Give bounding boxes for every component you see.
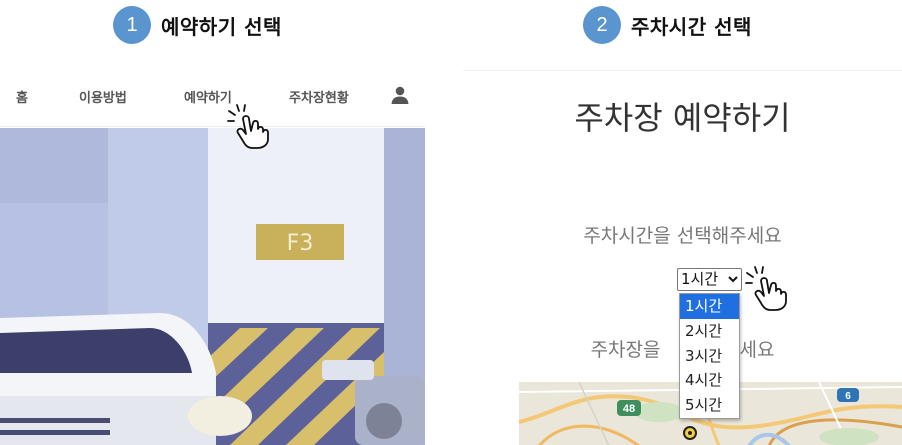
dropdown-option-3h[interactable]: 3시간 xyxy=(680,344,739,369)
top-navigation: 홈 이용방법 예약하기 주차장현황 xyxy=(0,70,425,127)
parking-time-prompt: 주차시간을 선택해주세요 xyxy=(583,225,782,247)
step-title: 예약하기 선택 xyxy=(161,14,282,39)
parking-time-select[interactable]: 1시간 xyxy=(677,268,742,291)
nav-status-link[interactable]: 주차장현황 xyxy=(289,87,349,106)
reservation-page-screenshot: 주차장 예약하기 주차시간을 선택해주세요 주차장을해주세요 48 6 1시 xyxy=(463,70,902,445)
pointer-hand-icon xyxy=(227,104,269,149)
time-options-dropdown[interactable]: 1시간 2시간 3시간 4시간 5시간 xyxy=(679,293,740,419)
nav-reserve-link[interactable]: 예약하기 xyxy=(184,87,232,106)
step-1-header: 1 예약하기 선택 xyxy=(113,6,282,44)
pointer-hand-icon xyxy=(745,266,787,311)
website-screenshot-nav: 홈 이용방법 예약하기 주차장현황 F3 xyxy=(0,70,425,445)
step-number-badge: 1 xyxy=(113,6,151,44)
dropdown-option-1h[interactable]: 1시간 xyxy=(680,294,739,319)
select-value: 1시간 xyxy=(681,270,719,288)
dropdown-option-4h[interactable]: 4시간 xyxy=(680,368,739,393)
chevron-down-icon xyxy=(728,276,738,283)
dropdown-option-2h[interactable]: 2시간 xyxy=(680,319,739,344)
parking-garage-illustration: F3 xyxy=(0,128,425,445)
route-badge-left: 48 xyxy=(623,403,635,415)
step-title: 주차시간 선택 xyxy=(631,14,752,39)
hero-parking-illustration: F3 xyxy=(0,128,425,445)
step-number-badge: 2 xyxy=(583,6,621,44)
prompt-left-part: 주차장을 xyxy=(590,339,661,361)
nav-howto-link[interactable]: 이용방법 xyxy=(79,87,127,106)
user-icon[interactable] xyxy=(390,85,410,105)
route-badge-right: 6 xyxy=(845,391,851,402)
step-2-header: 2 주차시간 선택 xyxy=(583,6,752,44)
page-title: 주차장 예약하기 xyxy=(574,99,791,137)
dropdown-option-5h[interactable]: 5시간 xyxy=(680,393,739,418)
nav-home-link[interactable]: 홈 xyxy=(16,87,28,106)
floor-sign-text: F3 xyxy=(287,231,314,256)
